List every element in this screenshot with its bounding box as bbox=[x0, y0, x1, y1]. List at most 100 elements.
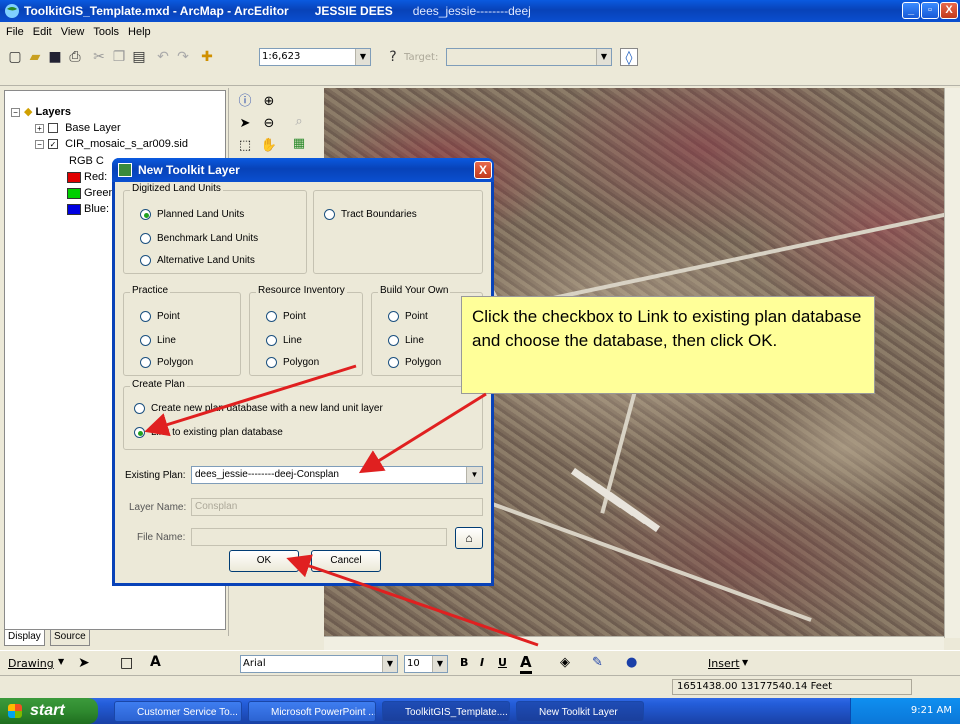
red-swatch bbox=[67, 171, 81, 183]
open-folder-icon[interactable]: ▰ bbox=[26, 48, 44, 66]
save-icon[interactable]: ■ bbox=[46, 48, 64, 66]
collapse-icon[interactable]: − bbox=[11, 107, 20, 117]
browse-folder-button[interactable]: ⌂ bbox=[455, 527, 483, 549]
text-tool-icon[interactable]: A bbox=[150, 654, 161, 670]
redo-icon[interactable]: ↷ bbox=[174, 48, 192, 66]
close-button[interactable]: X bbox=[940, 2, 958, 19]
chevron-down-icon[interactable]: ▼ bbox=[466, 467, 482, 483]
select-pointer-icon[interactable]: ➤ bbox=[235, 114, 255, 134]
menu-help[interactable]: Help bbox=[128, 26, 151, 38]
underline-icon[interactable]: U bbox=[498, 656, 507, 669]
existing-plan-select[interactable]: dees_jessie--------deej-Consplan ▼ bbox=[191, 466, 483, 484]
menu-edit[interactable]: Edit bbox=[33, 26, 52, 38]
select-features-icon[interactable]: ⬚ bbox=[235, 136, 255, 156]
radio-build-line[interactable]: Line bbox=[388, 335, 424, 346]
menu-view[interactable]: View bbox=[61, 26, 85, 38]
radio-tract-boundaries[interactable]: Tract Boundaries bbox=[324, 209, 417, 220]
layer-checkbox[interactable] bbox=[48, 123, 58, 134]
radio-dot bbox=[140, 335, 151, 346]
print-icon[interactable]: ⎙ bbox=[66, 48, 84, 66]
radio-link-existing-plan[interactable]: Link to existing plan database bbox=[134, 427, 283, 438]
chevron-down-icon[interactable]: ▼ bbox=[596, 49, 611, 65]
dialog-close-button[interactable]: X bbox=[474, 161, 492, 179]
map-vertical-scrollbar[interactable] bbox=[944, 88, 960, 638]
layer-name-field[interactable]: Consplan bbox=[191, 498, 483, 516]
map-scale-combo[interactable]: 1:6,623 ▼ bbox=[259, 48, 371, 66]
layer-checkbox[interactable]: ✓ bbox=[48, 139, 58, 150]
editor-toolbar-icon[interactable]: ◊ bbox=[620, 48, 638, 66]
find-icon[interactable]: ⌕ bbox=[289, 112, 309, 132]
add-data-icon[interactable]: ✚ bbox=[198, 48, 216, 66]
layer-label: Base Layer bbox=[65, 122, 121, 134]
target-combo[interactable]: ▼ bbox=[446, 48, 612, 66]
fill-color-icon[interactable]: ◈ bbox=[560, 655, 570, 670]
radio-resource-point[interactable]: Point bbox=[266, 311, 306, 322]
paste-icon[interactable]: ▤ bbox=[130, 48, 148, 66]
tab-source[interactable]: Source bbox=[50, 630, 90, 646]
radio-benchmark-land-units[interactable]: Benchmark Land Units bbox=[140, 233, 258, 244]
task-toolkitgis[interactable]: ToolkitGIS_Template.... bbox=[382, 701, 510, 722]
select-elements-icon[interactable]: ➤ bbox=[78, 655, 90, 671]
pan-hand-icon[interactable]: ✋ bbox=[259, 136, 279, 156]
insert-menu[interactable]: Insert bbox=[708, 657, 740, 670]
radio-label: Point bbox=[405, 311, 428, 322]
chevron-down-icon[interactable]: ▼ bbox=[742, 658, 748, 667]
chevron-down-icon[interactable]: ▼ bbox=[355, 49, 370, 65]
maximize-button[interactable]: ▫ bbox=[921, 2, 939, 19]
cancel-button[interactable]: Cancel bbox=[311, 550, 381, 572]
dialog-title-bar[interactable]: New Toolkit Layer X bbox=[112, 158, 494, 182]
radio-practice-point[interactable]: Point bbox=[140, 311, 180, 322]
radio-alternative-land-units[interactable]: Alternative Land Units bbox=[140, 255, 255, 266]
map-horizontal-scrollbar[interactable] bbox=[324, 636, 944, 650]
font-size-combo[interactable]: 10 ▼ bbox=[404, 655, 448, 673]
line-color-icon[interactable]: ✎ bbox=[592, 655, 603, 670]
chevron-down-icon[interactable]: ▼ bbox=[382, 656, 397, 672]
whats-this-help-icon[interactable]: ? bbox=[384, 48, 402, 66]
toolkit-icon[interactable]: ▦ bbox=[289, 134, 309, 154]
radio-resource-line[interactable]: Line bbox=[266, 335, 302, 346]
chevron-down-icon[interactable]: ▼ bbox=[432, 656, 447, 672]
bold-icon[interactable]: B bbox=[460, 656, 468, 669]
radio-create-new-plan[interactable]: Create new plan database with a new land… bbox=[134, 403, 383, 414]
undo-icon[interactable]: ↶ bbox=[154, 48, 172, 66]
green-swatch bbox=[67, 187, 81, 199]
ok-button[interactable]: OK bbox=[229, 550, 299, 572]
italic-icon[interactable]: I bbox=[480, 656, 484, 669]
task-powerpoint[interactable]: Microsoft PowerPoint ... bbox=[248, 701, 376, 722]
radio-planned-land-units[interactable]: Planned Land Units bbox=[140, 209, 244, 220]
drawing-menu[interactable]: Drawing bbox=[8, 657, 54, 670]
font-combo[interactable]: Arial ▼ bbox=[240, 655, 398, 673]
toc-layer-cir[interactable]: − ✓ CIR_mosaic_s_ar009.sid bbox=[35, 138, 188, 150]
radio-label: Alternative Land Units bbox=[157, 255, 255, 266]
radio-resource-polygon[interactable]: Polygon bbox=[266, 357, 319, 368]
task-customer-service[interactable]: Customer Service To... bbox=[114, 701, 242, 722]
toc-root[interactable]: − ◆ Layers bbox=[11, 105, 71, 118]
expand-icon[interactable]: + bbox=[35, 123, 44, 133]
start-button[interactable]: start bbox=[0, 698, 98, 724]
menu-bar: File Edit View Tools Help bbox=[0, 22, 960, 42]
tab-display[interactable]: Display bbox=[4, 630, 45, 646]
zoom-in-icon[interactable]: ⊕ bbox=[259, 92, 279, 112]
collapse-icon[interactable]: − bbox=[35, 139, 44, 149]
menu-file[interactable]: File bbox=[6, 26, 24, 38]
chevron-down-icon[interactable]: ▼ bbox=[58, 657, 64, 666]
radio-build-point[interactable]: Point bbox=[388, 311, 428, 322]
new-document-icon[interactable]: ▢ bbox=[6, 48, 24, 66]
toc-layer-base[interactable]: + Base Layer bbox=[35, 122, 121, 134]
copy-icon[interactable]: ❐ bbox=[110, 48, 128, 66]
zoom-out-icon[interactable]: ⊖ bbox=[259, 114, 279, 134]
menu-tools[interactable]: Tools bbox=[93, 26, 119, 38]
identify-icon[interactable]: ⓘ bbox=[235, 92, 255, 112]
radio-label: Polygon bbox=[405, 357, 442, 368]
rectangle-icon[interactable]: □ bbox=[120, 655, 133, 671]
file-name-field[interactable] bbox=[191, 528, 447, 546]
font-color-icon[interactable]: A bbox=[520, 653, 532, 674]
cut-icon[interactable]: ✂ bbox=[90, 48, 108, 66]
radio-practice-polygon[interactable]: Polygon bbox=[140, 357, 193, 368]
radio-build-polygon[interactable]: Polygon bbox=[388, 357, 441, 368]
marker-color-icon[interactable]: ● bbox=[626, 655, 637, 670]
radio-practice-line[interactable]: Line bbox=[140, 335, 176, 346]
minimize-button[interactable]: _ bbox=[902, 2, 920, 19]
task-new-toolkit-layer[interactable]: New Toolkit Layer bbox=[516, 701, 644, 722]
window-title-bar[interactable]: ToolkitGIS_Template.mxd - ArcMap - ArcEd… bbox=[0, 0, 960, 22]
